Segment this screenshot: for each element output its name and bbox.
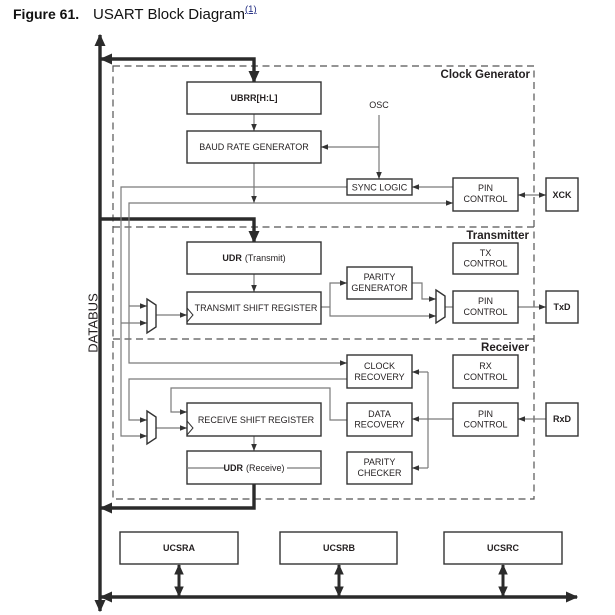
- udr-transmit-label: UDR (Transmit): [222, 253, 285, 263]
- ucsra-register-block: UCSRA: [119, 531, 239, 565]
- tx-pin-control-block: PIN CONTROL: [452, 290, 519, 324]
- ucsrc-register-block: UCSRC: [443, 531, 563, 565]
- parity-generator-label-line2: GENERATOR: [351, 283, 408, 293]
- rx-control-label-line1: RX: [479, 361, 492, 371]
- parity-checker-label-line1: PARITY: [364, 457, 396, 467]
- rx-clock-mux-icon: [146, 409, 157, 446]
- rxd-pin-block: RxD: [545, 402, 579, 437]
- rx-pin-control-block: PIN CONTROL: [452, 402, 519, 437]
- receive-shift-register-block: RECEIVE SHIFT REGISTER: [186, 402, 322, 437]
- databus-to-udr-transmit-arrow: [100, 217, 260, 244]
- rxd-label: RxD: [553, 414, 572, 424]
- tx-control-block: TX CONTROL: [452, 242, 519, 275]
- footnote-reference-link[interactable]: (1): [245, 4, 257, 15]
- xck-pin-block: XCK: [545, 177, 579, 212]
- tx-output-mux-icon: [435, 288, 446, 325]
- databus-to-ubrr-arrow: [99, 53, 260, 84]
- ucsrc-label: UCSRC: [487, 543, 520, 553]
- sync-logic-label: SYNC LOGIC: [352, 183, 408, 193]
- databus-label: DATABUS: [86, 293, 101, 353]
- usart-block-diagram: Figure 61. USART Block Diagram (1) Clock…: [13, 4, 579, 613]
- tx-control-label-line2: CONTROL: [463, 259, 507, 269]
- udr-receive-block: UDR (Receive): [186, 450, 322, 485]
- rx-pin-control-label-line2: CONTROL: [463, 420, 507, 430]
- ucsrb-register-block: UCSRB: [279, 531, 398, 565]
- parity-to-mux-wire: [412, 282, 436, 302]
- clock-recovery-block: CLOCK RECOVERY: [346, 354, 413, 389]
- receive-shift-register-label: RECEIVE SHIFT REGISTER: [198, 415, 315, 425]
- clock-recovery-label-line1: CLOCK: [364, 361, 395, 371]
- udr-receive-qualifier: (Receive): [246, 463, 285, 473]
- ucsra-label: UCSRA: [163, 543, 196, 553]
- transmit-shift-register-block: TRANSMIT SHIFT REGISTER: [186, 291, 322, 325]
- parity-checker-block: PARITY CHECKER: [346, 451, 413, 485]
- rx-control-block: RX CONTROL: [452, 354, 519, 389]
- parity-checker-label-line2: CHECKER: [357, 468, 402, 478]
- parity-generator-label-line1: PARITY: [364, 272, 396, 282]
- tx-pin-control-label-line1: PIN: [478, 296, 493, 306]
- sync-logic-block: SYNC LOGIC: [346, 178, 413, 196]
- udr-transmit-name: UDR: [222, 253, 242, 263]
- udr-receive-label: UDR (Receive): [223, 463, 284, 473]
- ubrr-label: UBRR[H:L]: [231, 93, 278, 103]
- figure-caption: Figure 61. USART Block Diagram (1): [13, 4, 257, 23]
- figure-number: Figure 61.: [13, 6, 79, 22]
- xck-label: XCK: [552, 190, 572, 200]
- rx-pin-control-label-line1: PIN: [478, 409, 493, 419]
- tx-control-label-line1: TX: [480, 248, 492, 258]
- section-label-clock-generator: Clock Generator: [441, 69, 531, 81]
- transmit-shift-register-label: TRANSMIT SHIFT REGISTER: [195, 303, 318, 313]
- clock-pin-control-label-line2: CONTROL: [463, 194, 507, 204]
- figure-title: USART Block Diagram: [93, 6, 245, 23]
- baud-rate-generator-label: BAUD RATE GENERATOR: [199, 142, 309, 152]
- clock-recovery-label-line2: RECOVERY: [354, 372, 404, 382]
- udr-receive-name: UDR: [223, 463, 243, 473]
- tx-pin-control-label-line2: CONTROL: [463, 307, 507, 317]
- clock-pin-control-label-line1: PIN: [478, 183, 493, 193]
- udr-transmit-block: UDR (Transmit): [186, 241, 322, 275]
- ubrr-block: UBRR[H:L]: [186, 81, 322, 115]
- txd-label: TxD: [553, 302, 571, 312]
- osc-label: OSC: [369, 100, 389, 110]
- clock-pin-control-block: PIN CONTROL: [452, 177, 519, 212]
- data-recovery-label-line2: RECOVERY: [354, 420, 404, 430]
- ucsrb-label: UCSRB: [323, 543, 356, 553]
- parity-generator-block: PARITY GENERATOR: [346, 266, 413, 300]
- udr-transmit-qualifier: (Transmit): [245, 253, 286, 263]
- udr-receive-to-databus-arrow: [99, 484, 256, 514]
- section-label-transmitter: Transmitter: [466, 230, 529, 242]
- txd-pin-block: TxD: [545, 290, 579, 324]
- rx-control-label-line2: CONTROL: [463, 372, 507, 382]
- tx-clock-mux-icon: [146, 297, 157, 335]
- data-recovery-label-line1: DATA: [368, 409, 391, 419]
- data-recovery-block: DATA RECOVERY: [346, 402, 413, 437]
- baud-rate-generator-block: BAUD RATE GENERATOR: [186, 130, 322, 164]
- section-label-receiver: Receiver: [481, 342, 529, 354]
